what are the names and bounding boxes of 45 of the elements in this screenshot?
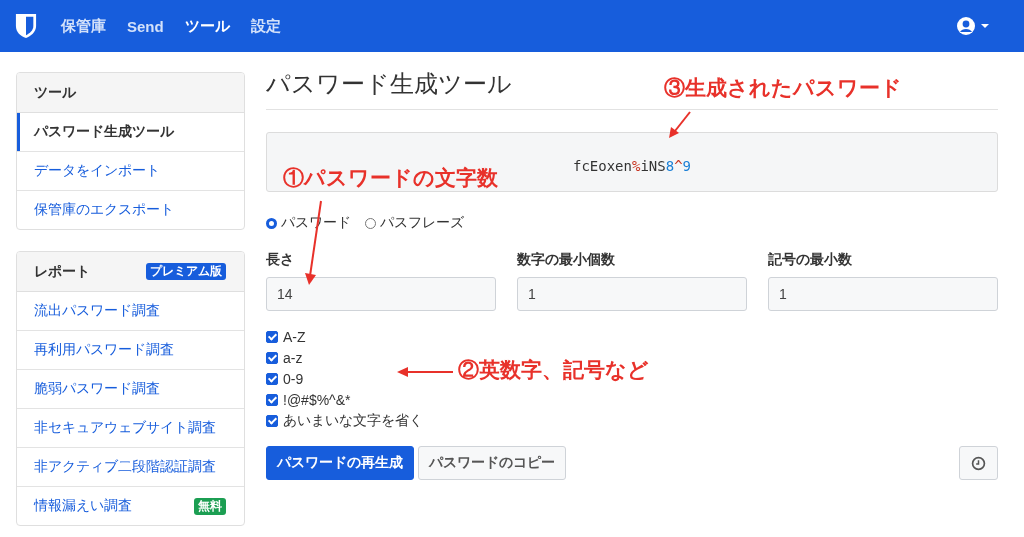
field-label: 長さ (266, 251, 295, 269)
type-radio[interactable]: パスフレーズ (365, 214, 464, 232)
field-label: 記号の最小数 (768, 251, 853, 269)
history-button[interactable] (959, 446, 998, 480)
option-label: a-z (283, 350, 303, 366)
annotation-arrow (397, 366, 453, 378)
number-field[interactable]: 1 (517, 277, 747, 311)
option-label: 0-9 (283, 371, 304, 387)
number-field[interactable]: 1 (768, 277, 998, 311)
sidebar-item[interactable]: 保管庫のエクスポート (17, 191, 244, 229)
checkbox[interactable] (266, 352, 278, 364)
option-label: あいまいな文字を省く (283, 412, 423, 430)
field-label: 数字の最小個数 (517, 251, 616, 269)
nav-link[interactable]: Send (127, 17, 164, 35)
nav-link[interactable]: ツール (184, 16, 230, 36)
annotation-label: ③生成されたパスワード (664, 75, 902, 101)
clock-icon (971, 455, 986, 471)
action-button[interactable]: パスワードの再生成 (266, 446, 414, 480)
checkbox[interactable] (266, 394, 278, 406)
sidebar-item[interactable]: 非セキュアウェブサイト調査 (17, 409, 244, 448)
option-label: !@#$%^&* (283, 392, 351, 408)
nav-link[interactable]: 保管庫 (61, 16, 106, 36)
annotation-arrow (668, 111, 692, 139)
free-tag: 無料 (194, 497, 226, 515)
action-button[interactable]: パスワードのコピー (418, 446, 566, 480)
sidebar-item[interactable]: 非アクティブ二段階認証調査 (17, 448, 244, 487)
sidebar-item[interactable]: 再利用パスワード調査 (17, 331, 244, 370)
checkbox[interactable] (266, 331, 278, 343)
sidebar-heading: レポート (34, 262, 90, 281)
premium-tag: プレミアム版 (146, 263, 226, 280)
account-menu-icon[interactable] (956, 16, 990, 36)
nav-link[interactable]: 設定 (250, 16, 281, 36)
option-label: A-Z (283, 329, 306, 345)
checkbox[interactable] (266, 415, 278, 427)
shield-logo-icon[interactable] (15, 13, 37, 39)
number-field[interactable]: 14 (266, 277, 496, 311)
annotation-label: ②英数字、記号など (458, 357, 649, 384)
checkbox[interactable] (266, 373, 278, 385)
sidebar-item[interactable]: パスワード生成ツール (17, 113, 244, 152)
sidebar-item[interactable]: 流出パスワード調査 (17, 292, 244, 331)
annotation-label: ①パスワードの文字数 (283, 165, 498, 191)
sidebar-item[interactable]: 脆弱パスワード調査 (17, 370, 244, 409)
sidebar-heading: ツール (34, 83, 76, 102)
sidebar-item[interactable]: 情報漏えい調査 無料 (17, 487, 244, 525)
sidebar-item[interactable]: データをインポート (17, 152, 244, 191)
